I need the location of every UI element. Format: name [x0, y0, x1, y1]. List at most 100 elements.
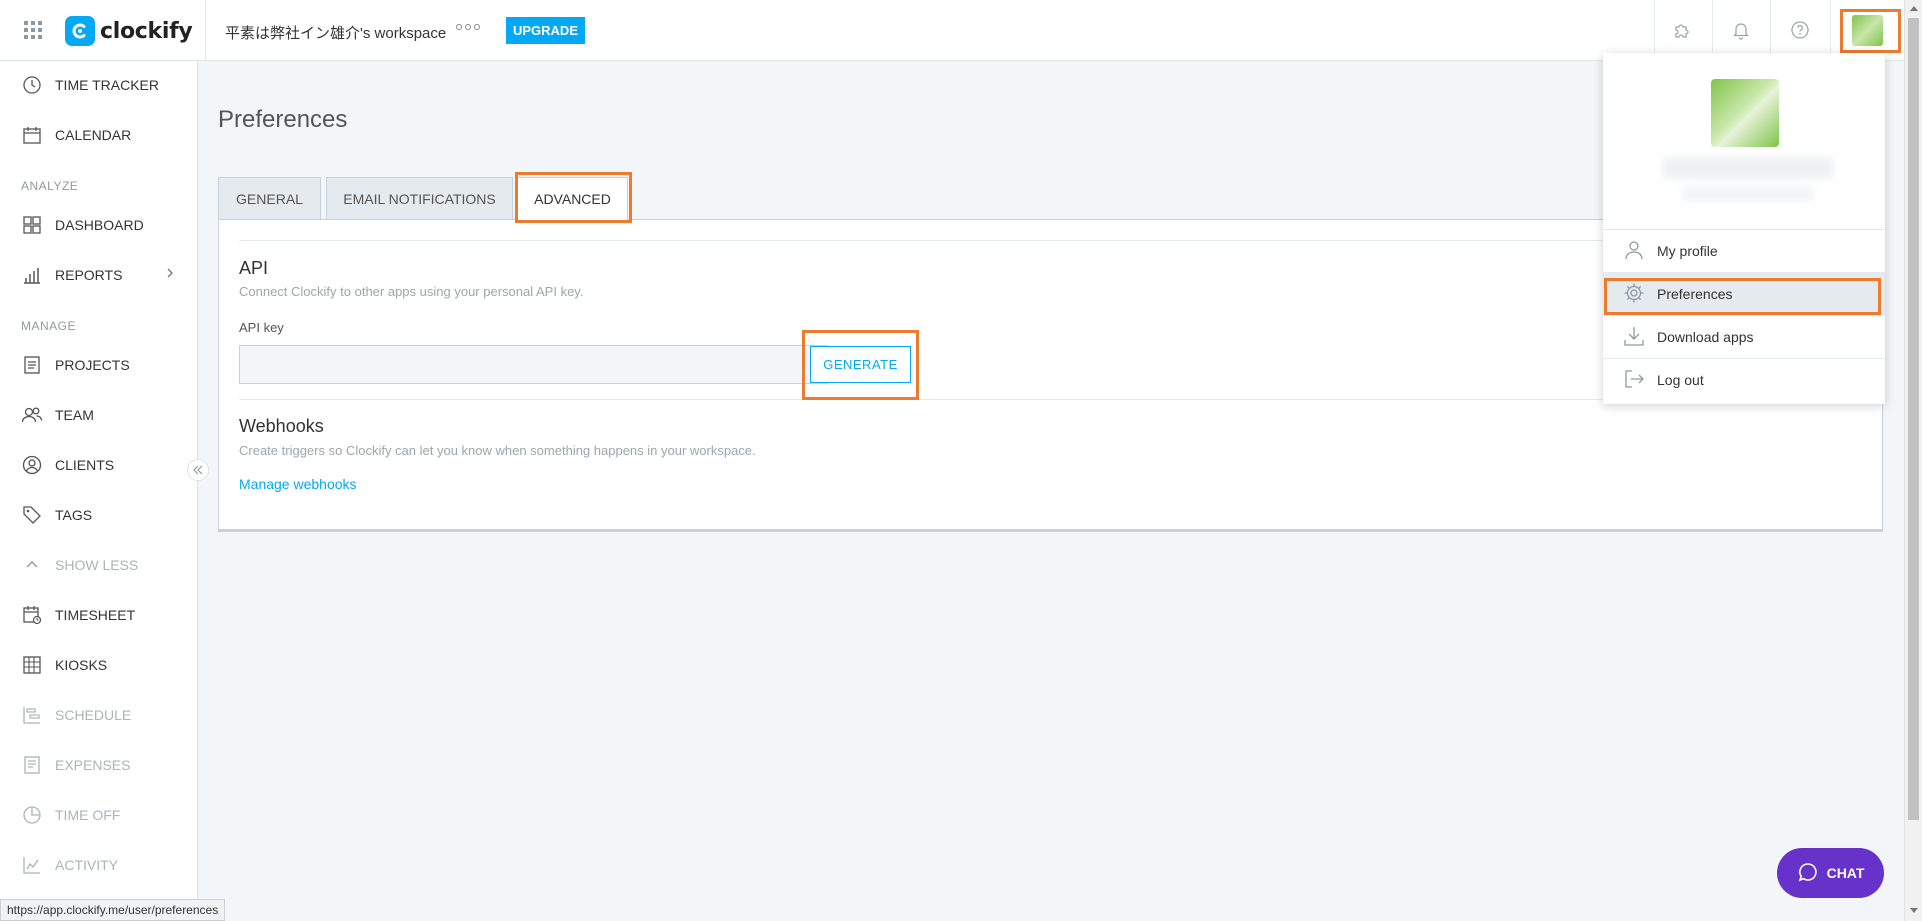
sidebar-item-label: CALENDAR: [55, 127, 132, 143]
api-section-title: API: [239, 258, 269, 278]
sidebar-item-dashboard[interactable]: DASHBOARD: [0, 205, 197, 245]
app-name: clockify: [100, 18, 193, 44]
sidebar-item-team[interactable]: TEAM: [0, 395, 197, 435]
chevron-up-icon: [21, 554, 43, 576]
sidebar-item-reports[interactable]: REPORTS: [0, 255, 197, 295]
sidebar-item-label: KIOSKS: [55, 657, 108, 673]
user-icon: [1623, 239, 1645, 264]
sidebar-item-label: TEAM: [55, 407, 94, 423]
divider: [1830, 0, 1831, 60]
menu-item-label: My profile: [1657, 243, 1718, 259]
scroll-down-arrow-icon[interactable]: [1910, 908, 1918, 913]
menu-item-download-apps[interactable]: Download apps: [1603, 315, 1885, 358]
highlight-advanced-tab: [515, 172, 632, 223]
sidebar-item-kiosks[interactable]: KIOSKS: [0, 645, 197, 685]
clients-icon: [21, 454, 43, 476]
download-icon: [1623, 325, 1645, 350]
sidebar-item-label: SHOW LESS: [55, 557, 139, 573]
clock-icon: [21, 74, 43, 96]
timesheet-icon: [21, 604, 43, 626]
divider: [1654, 0, 1655, 60]
sidebar-item-label: REPORTS: [55, 267, 123, 283]
status-url: https://app.clockify.me/user/preferences: [0, 899, 226, 921]
tag-icon: [21, 504, 43, 526]
blurred-user-name: [1663, 157, 1833, 179]
section-label-analyze: ANALYZE: [21, 179, 79, 193]
divider: [205, 0, 206, 60]
chevron-right-icon: [165, 266, 175, 284]
highlight-avatar: [1840, 9, 1901, 53]
sidebar-item-calendar[interactable]: CALENDAR: [0, 115, 197, 155]
page-scrollbar[interactable]: [1904, 0, 1922, 921]
divider: [1770, 0, 1771, 60]
sidebar-item-label: ACTIVITY: [55, 857, 119, 873]
webhooks-description: Create triggers so Clockify can let you …: [239, 443, 756, 458]
sidebar-item-schedule[interactable]: SCHEDULE: [0, 695, 197, 735]
user-menu-dropdown: My profile Preferences Download apps Log…: [1603, 53, 1885, 404]
app-logo[interactable]: clockify: [65, 16, 193, 46]
integrations-puzzle-icon[interactable]: [1668, 16, 1696, 44]
sidebar-item-tags[interactable]: TAGS: [0, 495, 197, 535]
section-label-manage: MANAGE: [21, 319, 77, 333]
sidebar-item-label: DASHBOARD: [55, 217, 144, 233]
tab-general[interactable]: GENERAL: [218, 177, 321, 220]
tab-email-notifications[interactable]: EMAIL NOTIFICATIONS: [326, 177, 513, 220]
projects-icon: [21, 354, 43, 376]
divider: [1712, 0, 1713, 60]
sidebar-item-label: TIMESHEET: [55, 607, 136, 623]
chat-label: CHAT: [1826, 865, 1865, 881]
chat-bubble-icon: [1797, 861, 1819, 886]
workspace-name[interactable]: 平素は弊社イン雄介's workspace: [225, 22, 446, 43]
sidebar-item-time-off[interactable]: TIME OFF: [0, 795, 197, 835]
sidebar-item-clients[interactable]: CLIENTS: [0, 445, 197, 485]
api-key-input[interactable]: [239, 345, 828, 384]
apps-grid-icon[interactable]: [24, 21, 42, 39]
activity-icon: [21, 854, 43, 876]
sidebar-item-label: SCHEDULE: [55, 707, 132, 723]
blurred-user-email: [1683, 187, 1813, 201]
sidebar-item-expenses[interactable]: EXPENSES: [0, 745, 197, 785]
menu-item-my-profile[interactable]: My profile: [1603, 229, 1885, 272]
more-options-icon[interactable]: [456, 24, 480, 30]
sidebar-item-label: TAGS: [55, 507, 93, 523]
highlight-preferences-item: [1604, 278, 1881, 315]
page-title: Preferences: [218, 106, 348, 133]
scrollbar-thumb[interactable]: [1908, 18, 1919, 820]
logout-icon: [1623, 368, 1645, 393]
menu-item-log-out[interactable]: Log out: [1603, 358, 1885, 401]
dashboard-icon: [21, 214, 43, 236]
scroll-up-arrow-icon[interactable]: [1910, 6, 1918, 11]
user-avatar: [1711, 79, 1779, 147]
sidebar-item-projects[interactable]: PROJECTS: [0, 345, 197, 385]
sidebar-item-label: PROJECTS: [55, 357, 130, 373]
sidebar: TIME TRACKER CALENDAR ANALYZE DASHBOARD …: [0, 61, 198, 921]
collapse-sidebar-icon[interactable]: [187, 459, 209, 481]
sidebar-item-time-tracker[interactable]: TIME TRACKER: [0, 65, 197, 105]
upgrade-button[interactable]: UPGRADE: [506, 17, 585, 44]
sidebar-item-activity[interactable]: ACTIVITY: [0, 845, 197, 885]
top-bar: clockify 平素は弊社イン雄介's workspace UPGRADE: [0, 0, 1922, 61]
sidebar-item-label: TIME OFF: [55, 807, 121, 823]
calendar-icon: [21, 124, 43, 146]
schedule-icon: [21, 704, 43, 726]
chat-button[interactable]: CHAT: [1777, 848, 1884, 898]
sidebar-item-label: TIME TRACKER: [55, 77, 159, 93]
notifications-bell-icon[interactable]: [1727, 16, 1755, 44]
expenses-icon: [21, 754, 43, 776]
time-off-icon: [21, 804, 43, 826]
highlight-generate-button: [802, 330, 919, 400]
kiosk-icon: [21, 654, 43, 676]
clockify-logo-icon: [65, 16, 95, 46]
help-icon[interactable]: [1786, 16, 1814, 44]
bar-chart-icon: [21, 264, 43, 286]
sidebar-item-timesheet[interactable]: TIMESHEET: [0, 595, 197, 635]
menu-item-label: Log out: [1657, 372, 1704, 388]
webhooks-section-title: Webhooks: [239, 416, 324, 436]
sidebar-item-label: EXPENSES: [55, 757, 131, 773]
team-icon: [21, 404, 43, 426]
menu-item-label: Download apps: [1657, 329, 1754, 345]
sidebar-item-label: CLIENTS: [55, 457, 115, 473]
sidebar-item-show-less[interactable]: SHOW LESS: [0, 545, 197, 585]
api-description: Connect Clockify to other apps using you…: [239, 284, 584, 299]
manage-webhooks-link[interactable]: Manage webhooks: [239, 476, 357, 492]
